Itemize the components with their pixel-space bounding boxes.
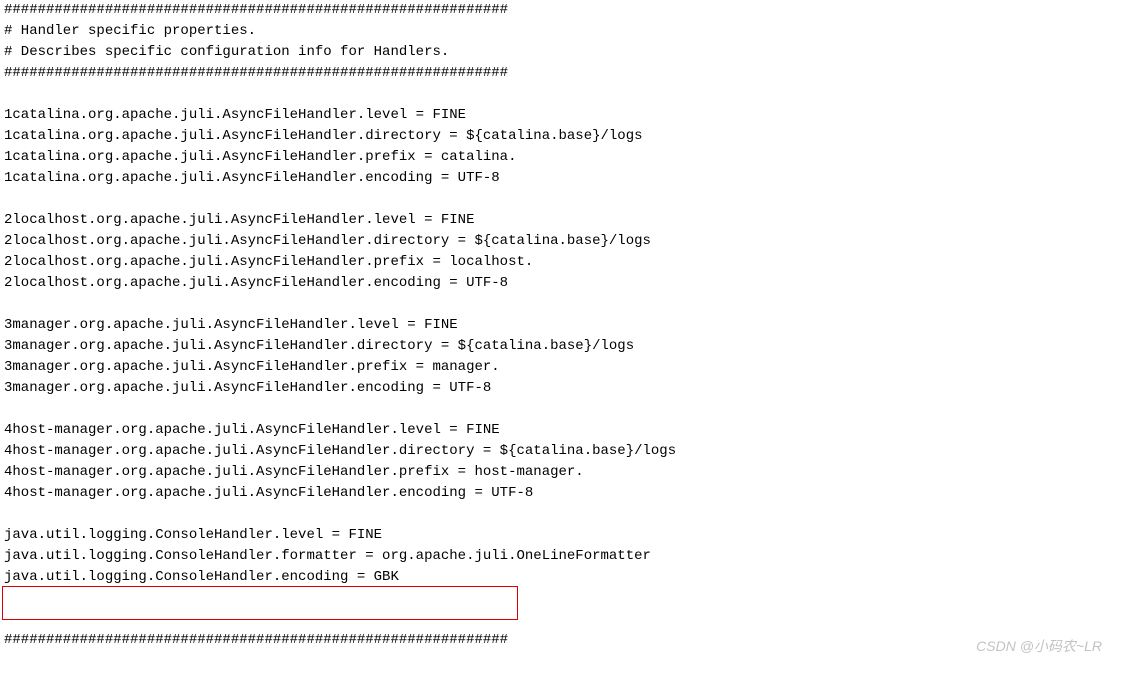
code-line: 1catalina.org.apache.juli.AsyncFileHandl… <box>4 107 466 123</box>
code-line: ########################################… <box>4 65 508 81</box>
code-line: 1catalina.org.apache.juli.AsyncFileHandl… <box>4 128 643 144</box>
code-line: java.util.logging.ConsoleHandler.formatt… <box>4 548 651 564</box>
code-line: 4host-manager.org.apache.juli.AsyncFileH… <box>4 464 584 480</box>
code-line: 2localhost.org.apache.juli.AsyncFileHand… <box>4 233 651 249</box>
code-line: 2localhost.org.apache.juli.AsyncFileHand… <box>4 212 474 228</box>
config-file-content: ########################################… <box>0 0 1122 651</box>
code-line: 1catalina.org.apache.juli.AsyncFileHandl… <box>4 170 500 186</box>
code-line: java.util.logging.ConsoleHandler.encodin… <box>4 569 399 585</box>
code-line: 4host-manager.org.apache.juli.AsyncFileH… <box>4 443 676 459</box>
code-line: ########################################… <box>4 632 508 648</box>
watermark-text: CSDN @小码农~LR <box>976 636 1102 657</box>
code-line: 2localhost.org.apache.juli.AsyncFileHand… <box>4 275 508 291</box>
code-line: java.util.logging.ConsoleHandler.level =… <box>4 527 382 543</box>
code-line: 4host-manager.org.apache.juli.AsyncFileH… <box>4 485 533 501</box>
code-line: 1catalina.org.apache.juli.AsyncFileHandl… <box>4 149 516 165</box>
code-line: 3manager.org.apache.juli.AsyncFileHandle… <box>4 317 458 333</box>
code-line: 4host-manager.org.apache.juli.AsyncFileH… <box>4 422 500 438</box>
code-line: 2localhost.org.apache.juli.AsyncFileHand… <box>4 254 533 270</box>
code-line: 3manager.org.apache.juli.AsyncFileHandle… <box>4 338 634 354</box>
code-line: 3manager.org.apache.juli.AsyncFileHandle… <box>4 380 491 396</box>
code-line: # Describes specific configuration info … <box>4 44 449 60</box>
code-line: 3manager.org.apache.juli.AsyncFileHandle… <box>4 359 500 375</box>
code-line: # Handler specific properties. <box>4 23 256 39</box>
code-line: ########################################… <box>4 2 508 18</box>
